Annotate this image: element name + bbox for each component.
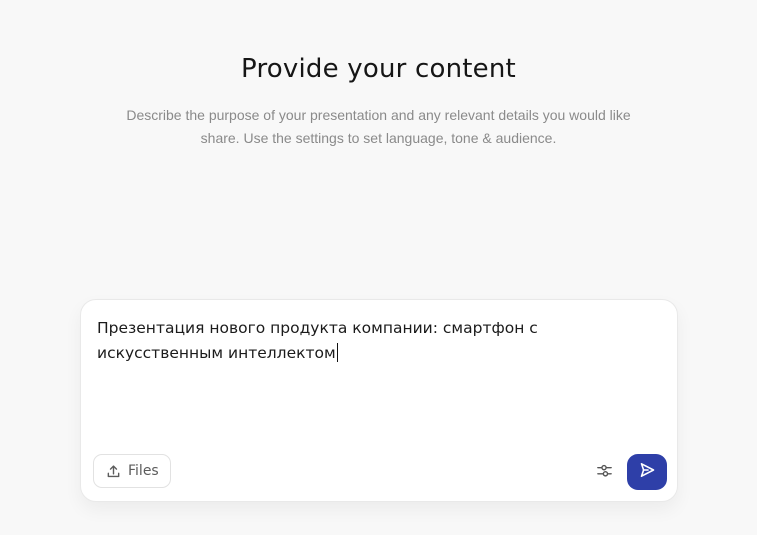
settings-button[interactable]	[591, 460, 617, 486]
files-button-label: Files	[128, 463, 159, 479]
text-caret	[336, 343, 338, 362]
upload-icon	[106, 464, 121, 479]
send-button[interactable]	[627, 454, 667, 490]
page-subtitle: Describe the purpose of your presentatio…	[126, 107, 631, 146]
files-button[interactable]: Files	[93, 454, 171, 488]
prompt-input-value: Презентация нового продукта компании: см…	[97, 319, 543, 362]
send-icon	[638, 461, 656, 484]
page-title: Provide your content	[241, 54, 516, 84]
prompt-composer: Презентация нового продукта компании: см…	[80, 299, 678, 502]
prompt-input[interactable]: Презентация нового продукта компании: см…	[97, 316, 667, 366]
sliders-icon	[596, 462, 613, 484]
